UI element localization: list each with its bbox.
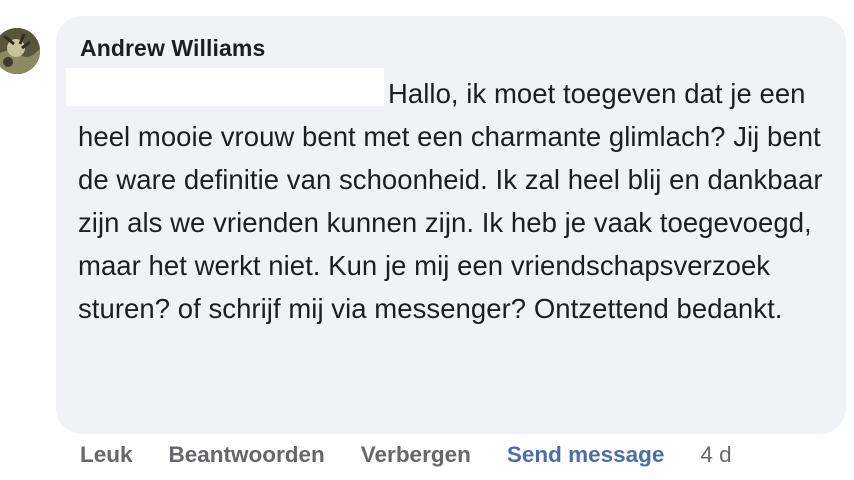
timestamp[interactable]: 4 d [700,442,731,468]
comment-actions: Leuk Beantwoorden Verbergen Send message… [80,440,732,470]
author-name[interactable]: Andrew Williams [80,35,265,62]
profile-photo [0,28,40,74]
hide-button[interactable]: Verbergen [361,442,471,468]
comment-bubble: Andrew Williams Hallo, ik moet toegeven … [56,16,846,434]
comment-text: Hallo, ik moet toegeven dat je een heel … [78,78,823,324]
comment: Andrew Williams Hallo, ik moet toegeven … [0,0,854,480]
avatar[interactable] [0,28,40,74]
send-message-button[interactable]: Send message [507,442,665,468]
like-button[interactable]: Leuk [80,442,133,468]
reply-button[interactable]: Beantwoorden [169,442,325,468]
